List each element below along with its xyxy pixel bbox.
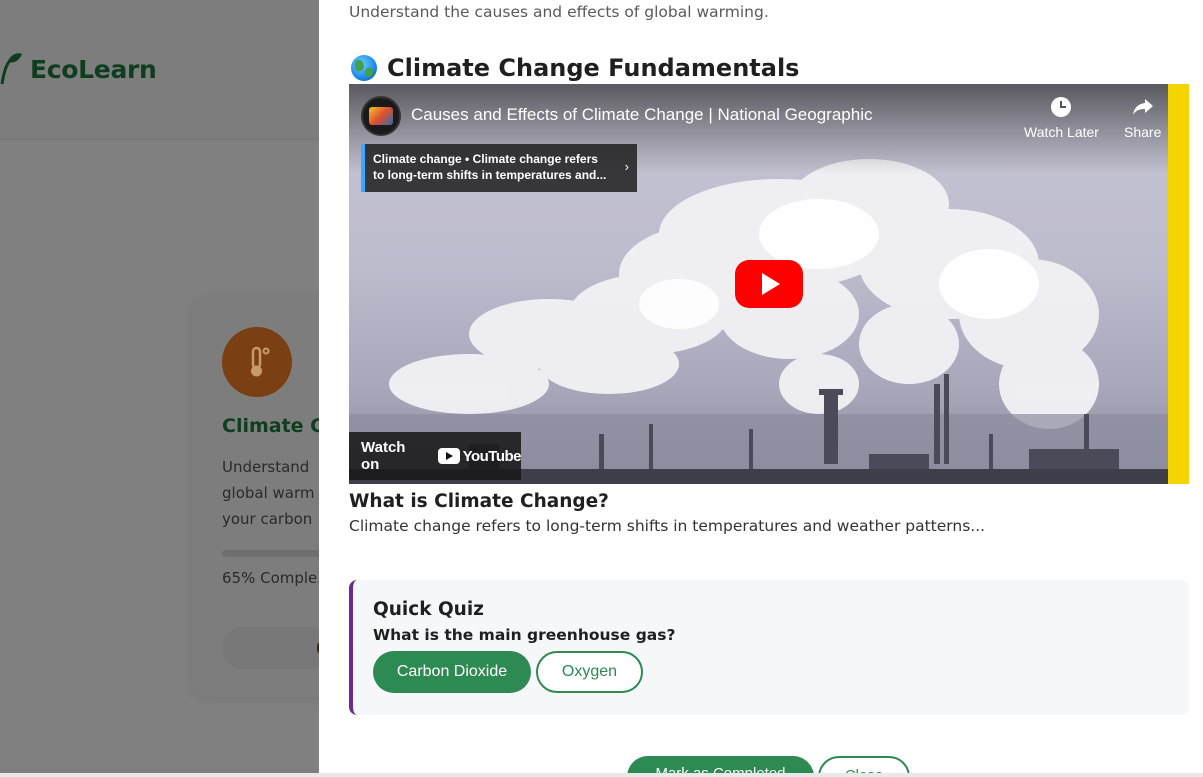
close-button[interactable]: Close <box>818 756 910 773</box>
clock-icon <box>1050 96 1072 118</box>
section-heading: Climate Change Fundamentals <box>351 54 799 82</box>
logo-text: EcoLearn <box>30 54 157 84</box>
video-player[interactable]: Causes and Effects of Climate Change | N… <box>349 84 1189 484</box>
lesson-text: Climate change refers to long-term shift… <box>349 517 986 535</box>
leaf-icon <box>0 53 22 85</box>
section-title: Climate Change Fundamentals <box>387 54 800 82</box>
play-button[interactable] <box>735 260 803 308</box>
quiz-question: What is the main greenhouse gas? <box>373 626 676 644</box>
info-card-teaser[interactable]: Climate change • Climate change refers t… <box>361 144 637 192</box>
course-title: Climate Cl <box>222 415 331 437</box>
logo[interactable]: EcoLearn <box>0 52 157 86</box>
modal-subtitle: Understand the causes and effects of glo… <box>349 3 769 21</box>
watch-later-button[interactable]: Watch Later <box>1024 96 1099 140</box>
quick-quiz: Quick Quiz What is the main greenhouse g… <box>349 580 1189 715</box>
quiz-title: Quick Quiz <box>373 599 484 620</box>
youtube-logo: YouTube <box>437 448 522 465</box>
youtube-icon <box>437 448 460 464</box>
share-button[interactable]: Share <box>1124 96 1161 140</box>
video-title[interactable]: Causes and Effects of Climate Change | N… <box>411 105 872 125</box>
mark-completed-button[interactable]: Mark as Completed <box>627 756 814 773</box>
channel-avatar[interactable] <box>361 96 401 136</box>
watch-on-youtube-button[interactable]: Watch on YouTube <box>349 432 522 480</box>
progress-text: 65% Comple <box>222 569 318 587</box>
quiz-option-carbon-dioxide[interactable]: Carbon Dioxide <box>373 651 531 693</box>
share-icon <box>1132 96 1154 118</box>
lesson-heading: What is Climate Change? <box>349 491 609 512</box>
chevron-right-icon: › <box>624 159 629 174</box>
window-bottom-edge <box>0 773 1203 777</box>
thermometer-icon <box>222 327 292 397</box>
lesson-modal: Understand the causes and effects of glo… <box>319 0 1203 773</box>
video-border-accent <box>1168 84 1189 484</box>
globe-icon <box>351 55 377 81</box>
quiz-option-oxygen[interactable]: Oxygen <box>536 651 643 693</box>
